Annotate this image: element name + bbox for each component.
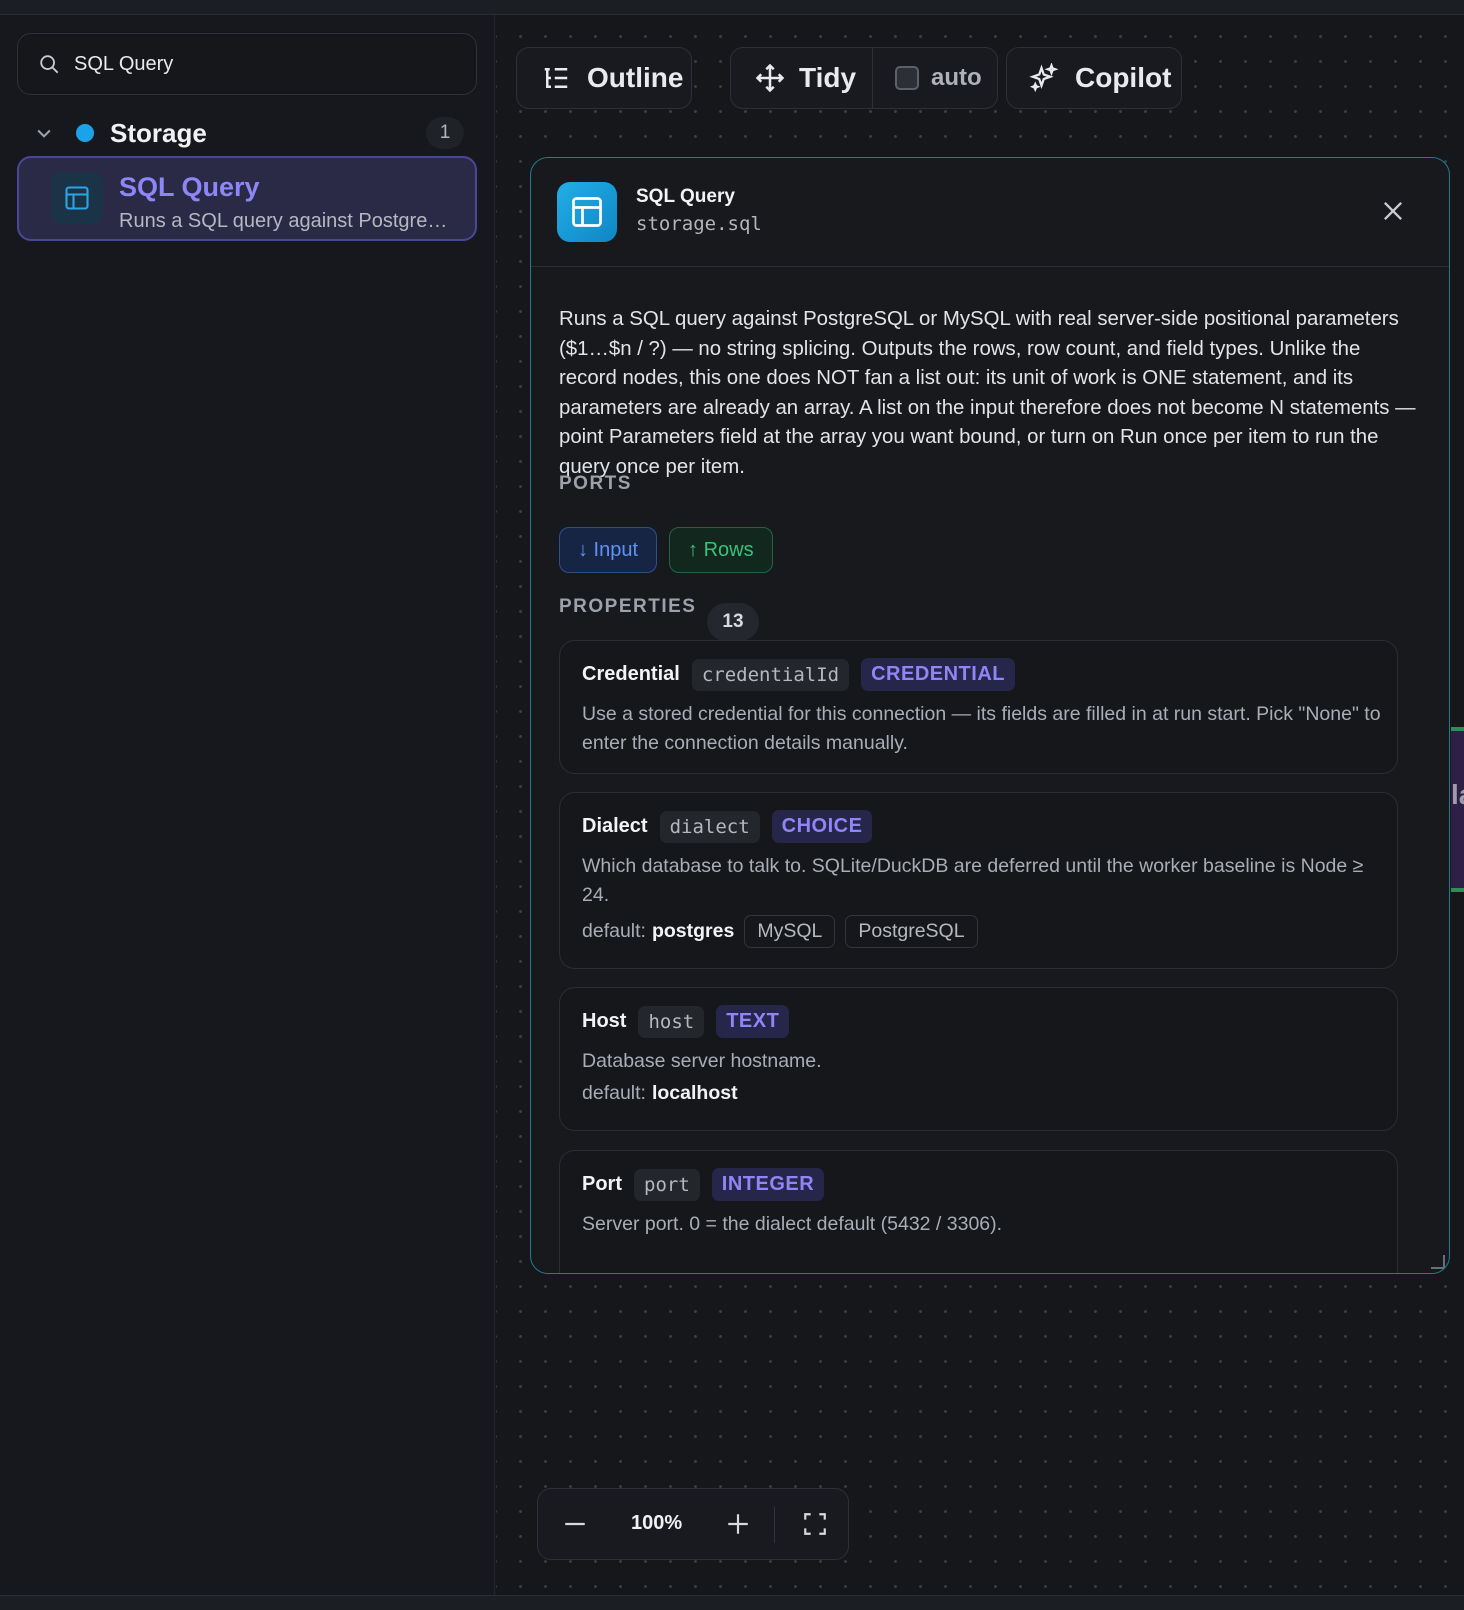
- group-count-badge: 1: [426, 117, 464, 149]
- zoom-out-icon[interactable]: [562, 1511, 588, 1537]
- zoom-level: 100%: [631, 1512, 683, 1534]
- group-storage[interactable]: Storage 1: [34, 115, 464, 151]
- tidy-button[interactable]: Tidy: [731, 48, 873, 108]
- properties-heading: PROPERTIES: [559, 596, 697, 617]
- default-value: postgres: [651, 920, 735, 942]
- search-input[interactable]: SQL Query: [17, 33, 477, 95]
- option-chip: PostgreSQL: [845, 915, 978, 948]
- table-icon: [557, 182, 617, 242]
- property-card-host: Host host TEXT Database server hostname.…: [559, 987, 1398, 1131]
- property-key: credentialId: [691, 658, 850, 691]
- zoom-in-icon[interactable]: [725, 1511, 751, 1537]
- node-list-item-sql-query[interactable]: SQL Query Runs a SQL query against Postg…: [17, 156, 477, 241]
- zoom-controls: 100%: [537, 1488, 849, 1560]
- ports-heading: PORTS: [559, 473, 632, 494]
- top-bar: [0, 0, 1464, 15]
- property-description: Server port. 0 = the dialect default (54…: [582, 1213, 1003, 1235]
- tidy-label: Tidy: [799, 62, 857, 93]
- group-label: Storage: [110, 117, 207, 148]
- property-label: Dialect: [582, 815, 648, 837]
- bottom-bar: [0, 1595, 1464, 1610]
- property-label: Host: [582, 1010, 627, 1032]
- property-key: dialect: [659, 810, 760, 843]
- default-prefix: default:: [582, 920, 646, 942]
- sidebar: SQL Query Storage 1 SQL Query Runs a SQL…: [0, 15, 495, 1595]
- property-default: default: localhost: [582, 1082, 738, 1105]
- node-item-title: SQL Query: [119, 172, 260, 202]
- node-detail-panel: SQL Query storage.sql Runs a SQL query a…: [530, 157, 1450, 1274]
- property-default: default: postgres MySQL PostgreSQL: [582, 915, 978, 948]
- outline-icon: [544, 68, 568, 88]
- default-prefix: default:: [582, 1082, 646, 1104]
- resize-handle[interactable]: [1431, 1255, 1445, 1269]
- property-description: Database server hostname.: [582, 1050, 822, 1072]
- option-chip: MySQL: [744, 915, 836, 948]
- property-key: port: [634, 1168, 700, 1201]
- property-type-badge: INTEGER: [711, 1168, 825, 1201]
- property-type-badge: CREDENTIAL: [861, 658, 1015, 691]
- properties-count-badge: 13: [707, 603, 759, 641]
- copilot-label: Copilot: [1075, 62, 1172, 93]
- fit-view-icon[interactable]: [802, 1511, 828, 1537]
- auto-checkbox[interactable]: [895, 66, 919, 90]
- outline-button[interactable]: Outline: [516, 47, 692, 109]
- copilot-button[interactable]: Copilot: [1006, 47, 1182, 109]
- chevron-down-icon[interactable]: [34, 123, 54, 143]
- panel-type-id: storage.sql: [636, 213, 762, 235]
- sparkles-icon: [1029, 63, 1059, 93]
- search-icon: [40, 55, 59, 74]
- property-label: Credential: [582, 663, 680, 685]
- auto-tidy-toggle[interactable]: auto: [873, 48, 997, 108]
- search-value: SQL Query: [74, 52, 174, 75]
- property-card-dialect: Dialect dialect CHOICE Which database to…: [559, 792, 1398, 969]
- panel-title: SQL Query: [636, 186, 735, 207]
- table-icon: [51, 172, 103, 224]
- panel-description: Runs a SQL query against PostgreSQL or M…: [559, 308, 1416, 478]
- property-type-badge: TEXT: [716, 1005, 790, 1038]
- outline-label: Outline: [587, 62, 684, 93]
- workflow-canvas[interactable]: Outline Tidy auto Copilot la SQL Query s…: [496, 15, 1464, 1595]
- panel-header: SQL Query storage.sql: [531, 158, 1449, 267]
- port-input[interactable]: ↓ Input: [559, 527, 658, 573]
- auto-label: auto: [931, 64, 982, 91]
- tidy-group: Tidy auto: [730, 47, 998, 109]
- partial-node-label: la: [1451, 779, 1464, 810]
- group-color-dot: [76, 124, 94, 142]
- property-description: Use a stored credential for this connect…: [582, 703, 1381, 754]
- zoom-divider: [774, 1507, 775, 1543]
- property-label: Port: [582, 1173, 622, 1195]
- property-card-port: Port port INTEGER Server port. 0 = the d…: [559, 1150, 1398, 1273]
- port-rows[interactable]: ↑ Rows: [669, 527, 773, 573]
- default-value: localhost: [651, 1082, 738, 1104]
- node-item-subtitle: Runs a SQL query against PostgreSQ...: [119, 210, 459, 232]
- ports-list: ↓ Input ↑ Rows: [559, 527, 773, 573]
- close-icon[interactable]: [1379, 197, 1407, 225]
- partial-node-edge[interactable]: la: [1451, 727, 1464, 892]
- property-description: Which database to talk to. SQLite/DuckDB…: [582, 855, 1364, 906]
- move-arrows-icon: [755, 63, 785, 93]
- property-card-credential: Credential credentialId CREDENTIAL Use a…: [559, 640, 1398, 774]
- property-type-badge: CHOICE: [771, 810, 873, 843]
- property-key: host: [638, 1005, 705, 1038]
